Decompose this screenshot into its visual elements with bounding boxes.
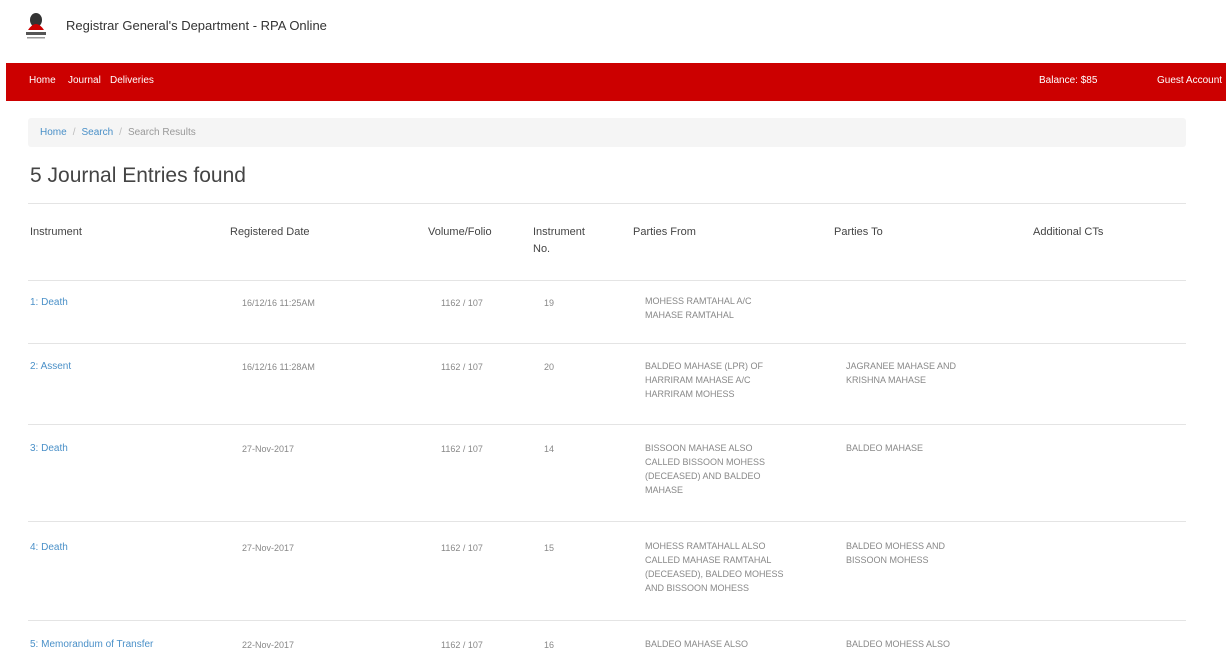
registered-date-cell: 22-Nov-2017 [242, 640, 295, 648]
balance-link[interactable]: Balance: $85 [1039, 75, 1097, 86]
instrument-no-cell: 20 [544, 362, 555, 372]
column-header-parties-from: Parties From [633, 226, 696, 238]
parties-to-cell: JAGRANEE MAHASE AND KRISHNA MAHASE [846, 361, 957, 385]
volume-folio-cell: 1162 / 107 [441, 444, 483, 454]
breadcrumb-search-link[interactable]: Search [81, 127, 113, 138]
instrument-link[interactable]: 1: Death [30, 296, 68, 310]
row-divider [28, 620, 1186, 621]
parties-to-cell: BALDEO MAHASE [846, 443, 924, 453]
volume-folio-cell: 1162 / 107 [441, 298, 483, 308]
row-divider [28, 343, 1186, 344]
column-header-parties-to: Parties To [834, 226, 883, 238]
instrument-no-cell: 16 [544, 640, 555, 648]
registered-date-cell: 27-Nov-2017 [242, 543, 295, 553]
instrument-no-cell: 14 [544, 444, 555, 454]
breadcrumb-separator: / [72, 127, 76, 138]
parties-to-cell: BALDEO MOHESS AND BISSOON MOHESS [846, 541, 946, 565]
title-divider [28, 203, 1186, 204]
main-navbar: Home Journal Deliveries Balance: $85 Gue… [6, 63, 1226, 101]
registered-date-cell: 27-Nov-2017 [242, 444, 295, 454]
nav-home-link[interactable]: Home [29, 75, 56, 86]
column-header-instrument: Instrument [30, 226, 82, 238]
nav-deliveries-link[interactable]: Deliveries [110, 75, 154, 86]
instrument-link[interactable]: 2: Assent [30, 360, 71, 374]
volume-folio-cell: 1162 / 107 [441, 543, 483, 553]
instrument-no-cell: 19 [544, 298, 555, 308]
column-header-additional-cts: Additional CTs [1033, 226, 1104, 238]
parties-from-cell: BALDEO MAHASE ALSO [645, 639, 749, 648]
column-header-instrument-no: Instrument No. [533, 226, 585, 255]
registered-date-cell: 16/12/16 11:28AM [242, 362, 315, 372]
parties-from-cell: MOHESS RAMTAHALL ALSO CALLED MAHASE RAMT… [645, 541, 784, 593]
page-title: 5 Journal Entries found [30, 164, 246, 187]
row-divider [28, 521, 1186, 522]
parties-from-cell: BISSOON MAHASE ALSO CALLED BISSOON MOHES… [645, 443, 766, 495]
row-divider [28, 424, 1186, 425]
parties-from-cell: MOHESS RAMTAHAL A/C MAHASE RAMTAHAL [645, 296, 752, 320]
coat-of-arms-logo-icon[interactable] [22, 10, 50, 42]
volume-folio-cell: 1162 / 107 [441, 640, 483, 648]
breadcrumb-separator: / [119, 127, 122, 138]
column-header-registered-date: Registered Date [230, 226, 310, 238]
instrument-link[interactable]: 5: Memorandum of Transfer [30, 638, 153, 648]
parties-from-cell: BALDEO MAHASE (LPR) OF HARRIRAM MAHASE A… [645, 361, 764, 399]
instrument-link[interactable]: 3: Death [30, 442, 68, 456]
breadcrumb-current: Search Results [127, 127, 196, 138]
nav-journal-link[interactable]: Journal [68, 75, 101, 86]
site-title: Registrar General's Department - RPA Onl… [66, 18, 327, 33]
column-header-volume-folio: Volume/Folio [428, 226, 492, 238]
instrument-link[interactable]: 4: Death [30, 541, 68, 555]
header-divider [28, 280, 1186, 281]
breadcrumb: Home / Search / Search Results [28, 118, 1186, 147]
breadcrumb-home-link[interactable]: Home [40, 127, 67, 138]
guest-account-link[interactable]: Guest Account [1157, 75, 1222, 86]
instrument-no-cell: 15 [544, 543, 555, 553]
top-header: Registrar General's Department - RPA Onl… [0, 0, 1226, 63]
volume-folio-cell: 1162 / 107 [441, 362, 483, 372]
parties-to-cell: BALDEO MOHESS ALSO [846, 639, 951, 648]
registered-date-cell: 16/12/16 11:25AM [242, 298, 315, 308]
